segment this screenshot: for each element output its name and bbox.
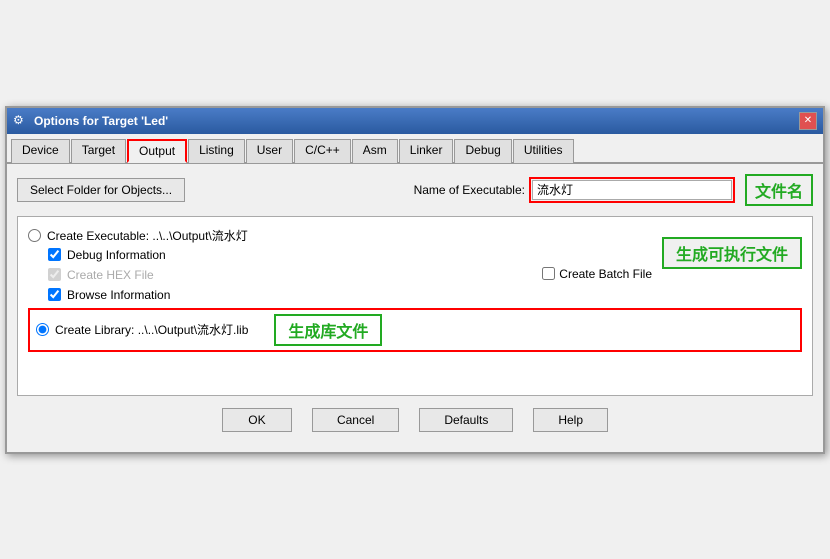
create-hex-row: Create HEX File <box>48 268 802 282</box>
tab-debug[interactable]: Debug <box>454 139 511 163</box>
name-of-executable-label: Name of Executable: <box>414 183 525 197</box>
create-library-label: Create Library: ..\..\Output\流水灯.lib <box>55 321 248 338</box>
close-button[interactable]: ✕ <box>799 112 817 130</box>
create-executable-label: Create Executable: ..\..\Output\流水灯 <box>47 227 248 244</box>
options-group: Create Executable: ..\..\Output\流水灯 生成可执… <box>17 216 813 396</box>
browse-info-label: Browse Information <box>67 288 170 302</box>
title-bar-left: ⚙ Options for Target 'Led' <box>13 113 168 129</box>
create-library-radio[interactable] <box>36 323 49 336</box>
tab-user[interactable]: User <box>246 139 293 163</box>
tab-asm[interactable]: Asm <box>352 139 398 163</box>
bottom-buttons: OK Cancel Defaults Help <box>17 396 813 442</box>
defaults-button[interactable]: Defaults <box>419 408 513 432</box>
select-folder-button[interactable]: Select Folder for Objects... <box>17 178 185 202</box>
browse-info-row: Browse Information <box>48 288 802 302</box>
executable-badge: 生成可执行文件 <box>662 237 802 269</box>
content-area: Select Folder for Objects... Name of Exe… <box>7 164 823 452</box>
tab-bar: Device Target Output Listing User C/C++ … <box>7 134 823 164</box>
tab-linker[interactable]: Linker <box>399 139 454 163</box>
tab-output[interactable]: Output <box>127 139 187 163</box>
tab-device[interactable]: Device <box>11 139 70 163</box>
create-hex-checkbox[interactable] <box>48 268 61 281</box>
create-hex-label: Create HEX File <box>67 268 154 282</box>
name-input-wrap <box>529 177 735 203</box>
top-row: Select Folder for Objects... Name of Exe… <box>17 174 813 206</box>
cancel-button[interactable]: Cancel <box>312 408 399 432</box>
window-icon: ⚙ <box>13 113 29 129</box>
create-batch-row: Create Batch File <box>542 267 652 281</box>
help-button[interactable]: Help <box>533 408 608 432</box>
tab-target[interactable]: Target <box>71 139 126 163</box>
title-text: Options for Target 'Led' <box>34 114 168 128</box>
tab-utilities[interactable]: Utilities <box>513 139 574 163</box>
create-executable-radio[interactable] <box>28 229 41 242</box>
browse-info-checkbox[interactable] <box>48 288 61 301</box>
debug-info-label: Debug Information <box>67 248 166 262</box>
tab-cpp[interactable]: C/C++ <box>294 139 351 163</box>
title-buttons: ✕ <box>799 112 817 130</box>
create-batch-checkbox[interactable] <box>542 267 555 280</box>
main-window: ⚙ Options for Target 'Led' ✕ Device Targ… <box>5 106 825 454</box>
tab-listing[interactable]: Listing <box>188 139 245 163</box>
create-library-row: Create Library: ..\..\Output\流水灯.lib 生成库… <box>28 308 802 352</box>
library-badge: 生成库文件 <box>274 314 382 346</box>
create-batch-label: Create Batch File <box>559 267 652 281</box>
name-of-executable-input[interactable] <box>532 180 732 200</box>
ok-button[interactable]: OK <box>222 408 292 432</box>
debug-info-checkbox[interactable] <box>48 248 61 261</box>
file-name-badge: 文件名 <box>745 174 813 206</box>
name-row: Name of Executable: 文件名 <box>414 174 813 206</box>
title-bar: ⚙ Options for Target 'Led' ✕ <box>7 108 823 134</box>
